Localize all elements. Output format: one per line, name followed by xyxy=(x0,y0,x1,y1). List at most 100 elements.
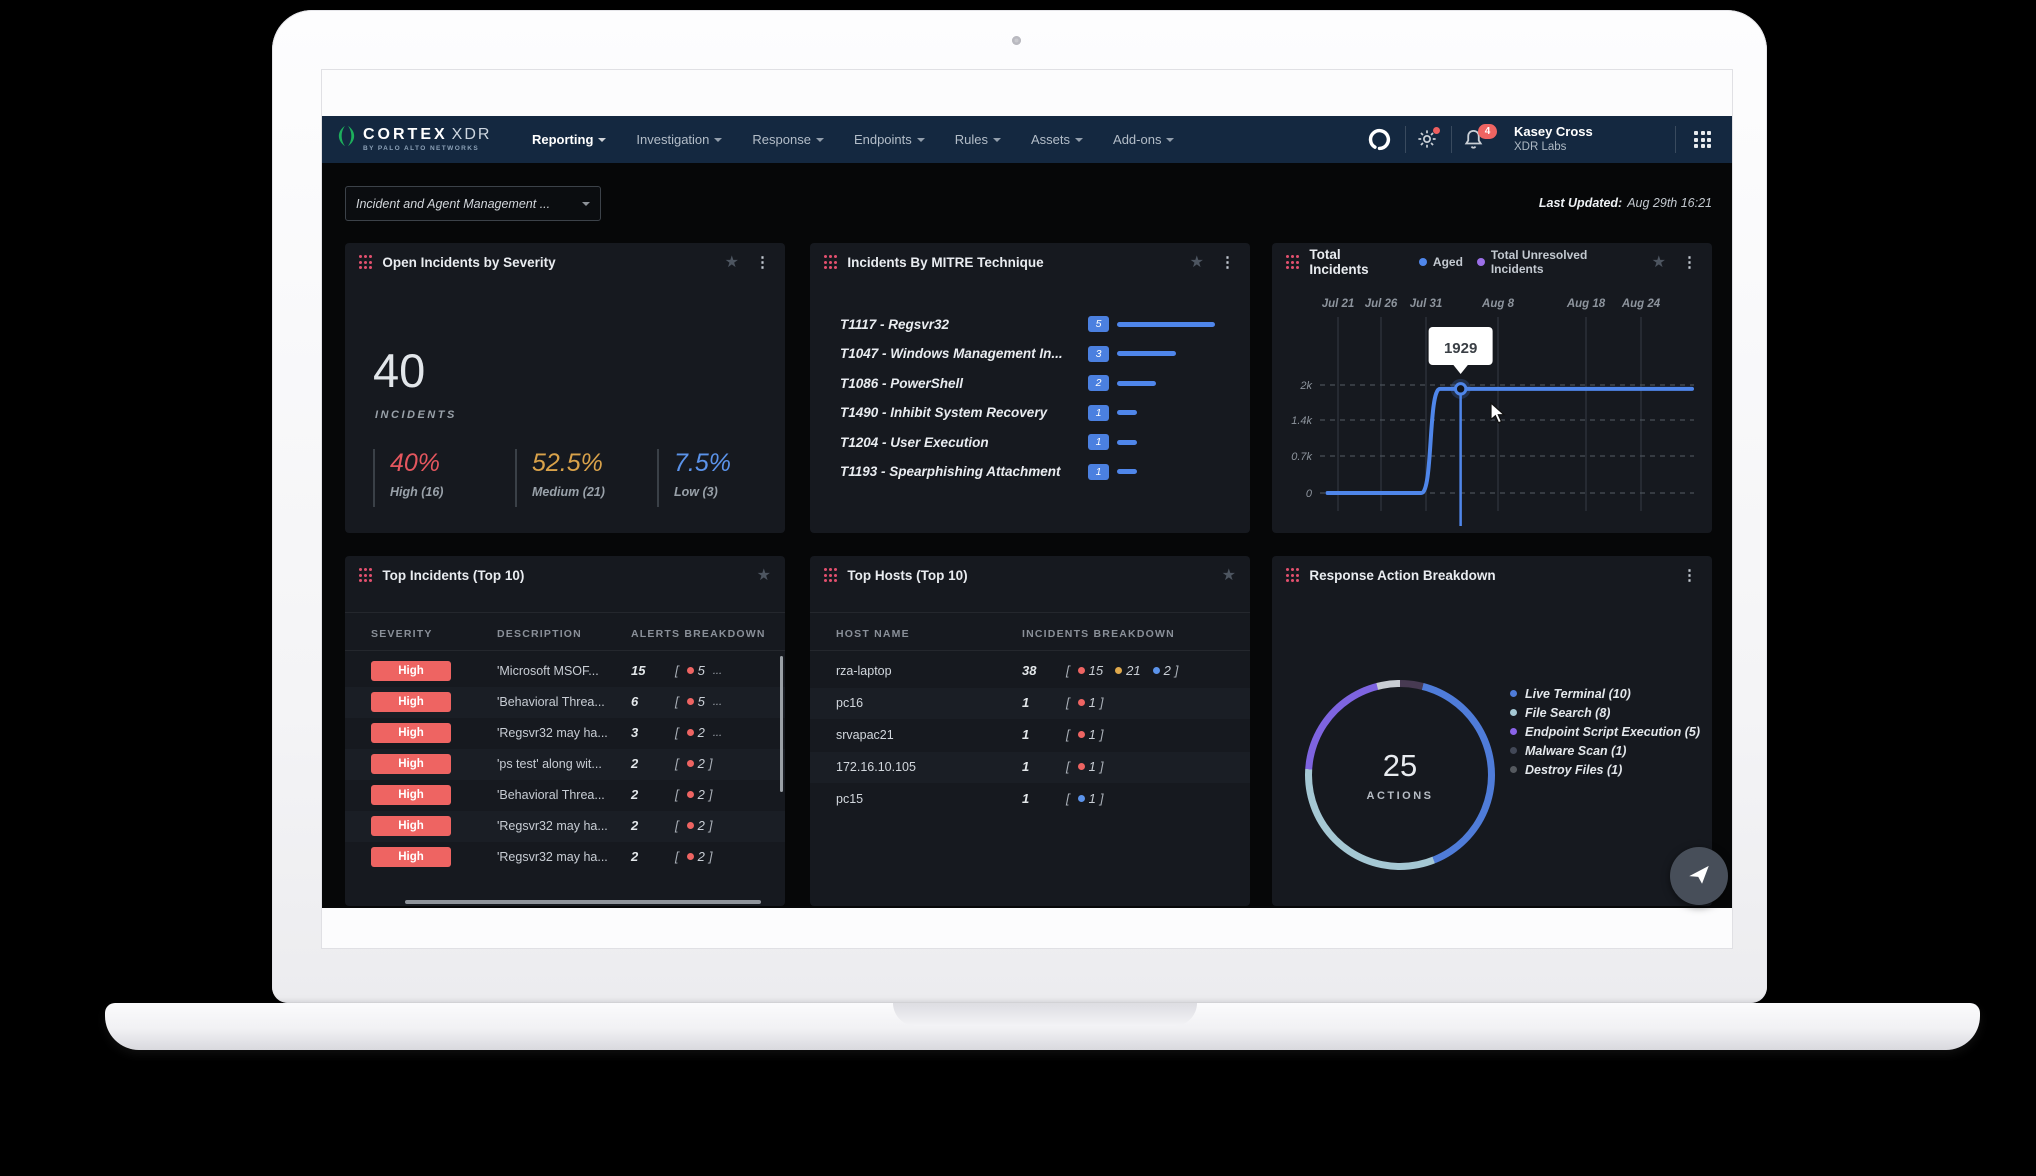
card-title: Incidents By MITRE Technique xyxy=(847,255,1043,270)
last-updated: Last Updated:Aug 29th 16:21 xyxy=(1539,196,1712,210)
legend-label: Endpoint Script Execution (5) xyxy=(1525,725,1700,739)
nav-menu-item-reporting[interactable]: Reporting xyxy=(532,132,606,147)
horizontal-scrollbar[interactable] xyxy=(405,900,761,904)
divider xyxy=(810,650,1250,651)
svg-text:Jul 21: Jul 21 xyxy=(1322,298,1355,310)
severity-percent: 7.5% xyxy=(674,449,731,478)
star-icon[interactable]: ★ xyxy=(725,252,739,272)
gear-alert-dot xyxy=(1433,127,1440,134)
severity-dot xyxy=(687,698,694,705)
top-host-row[interactable]: rza-laptop 38 [15212] xyxy=(810,656,1250,687)
top-host-row[interactable]: pc16 1 [1] xyxy=(810,688,1250,719)
mitre-bar xyxy=(1117,322,1215,327)
user-org: XDR Labs xyxy=(1514,140,1593,154)
apps-grid-icon[interactable] xyxy=(1694,131,1711,148)
severity-percent: 52.5% xyxy=(532,449,605,478)
chevron-down-icon xyxy=(598,138,606,142)
drag-handle-icon[interactable] xyxy=(824,255,837,268)
dashboard-selector-dropdown[interactable]: Incident and Agent Management ... xyxy=(345,186,601,221)
mitre-row[interactable]: T1204 - User Execution 1 xyxy=(810,430,1250,454)
nav-menu-item-investigation[interactable]: Investigation xyxy=(636,132,722,147)
kebab-menu-icon[interactable]: ⋮ xyxy=(1682,253,1698,271)
top-incident-row[interactable]: High 'Regsvr32 may ha... 3 [2... xyxy=(345,718,785,749)
mitre-row[interactable]: T1047 - Windows Management In... 3 xyxy=(810,342,1250,366)
svg-text:Aug 24: Aug 24 xyxy=(1621,298,1661,310)
severity-badge: High xyxy=(371,847,451,867)
nav-menu-label: Investigation xyxy=(636,132,709,147)
nav-menu-item-assets[interactable]: Assets xyxy=(1031,132,1083,147)
mitre-count-badge: 2 xyxy=(1088,375,1109,391)
host-name: pc15 xyxy=(836,792,863,806)
query-hub-icon[interactable] xyxy=(1368,128,1391,156)
top-incident-row[interactable]: High 'ps test' along wit... 2 [2] xyxy=(345,749,785,780)
column-header-severity: SEVERITY xyxy=(371,628,433,640)
top-host-row[interactable]: srvapac21 1 [1] xyxy=(810,720,1250,751)
card-top-incidents: Top Incidents (Top 10) ★ SEVERITY DESCRI… xyxy=(345,556,785,906)
severity-dot xyxy=(687,822,694,829)
drag-handle-icon[interactable] xyxy=(824,568,837,581)
top-incident-row[interactable]: High 'Regsvr32 may ha... 2 [2] xyxy=(345,842,785,873)
star-icon[interactable]: ★ xyxy=(1652,252,1666,272)
alert-count: 6 xyxy=(631,694,638,709)
drag-handle-icon[interactable] xyxy=(1286,568,1299,581)
drag-handle-icon[interactable] xyxy=(359,255,372,268)
vertical-scrollbar[interactable] xyxy=(780,656,783,792)
nav-menu-item-rules[interactable]: Rules xyxy=(955,132,1001,147)
mitre-row[interactable]: T1117 - Regsvr32 5 xyxy=(810,312,1250,336)
star-icon[interactable]: ★ xyxy=(1222,565,1236,585)
severity-stat-medium: 52.5% Medium (21) xyxy=(515,449,605,507)
brand-tagline: BY PALO ALTO NETWORKS xyxy=(363,145,491,152)
donut-legend: Live Terminal (10)File Search (8)Endpoin… xyxy=(1510,684,1700,779)
bell-icon[interactable]: 4 xyxy=(1462,128,1485,156)
legend-label: Live Terminal (10) xyxy=(1525,687,1631,701)
nav-menu-item-endpoints[interactable]: Endpoints xyxy=(854,132,925,147)
mitre-technique-label: T1490 - Inhibit System Recovery xyxy=(840,405,1047,420)
top-incident-row[interactable]: High 'Microsoft MSOF... 15 [5... xyxy=(345,656,785,687)
response-actions-donut-chart[interactable]: 25 ACTIONS xyxy=(1305,680,1495,870)
feedback-send-button[interactable] xyxy=(1670,847,1728,905)
cortex-lens-icon xyxy=(338,123,355,154)
star-icon[interactable]: ★ xyxy=(757,565,771,585)
severity-dot xyxy=(1078,731,1085,738)
last-updated-label: Last Updated: xyxy=(1539,196,1622,210)
kebab-menu-icon[interactable]: ⋮ xyxy=(1682,566,1698,584)
incident-count: 38 xyxy=(1022,663,1036,678)
severity-badge: High xyxy=(371,816,451,836)
severity-dot xyxy=(687,853,694,860)
cortex-xdr-logo[interactable]: CORTEXXDR BY PALO ALTO NETWORKS xyxy=(338,123,491,154)
top-incident-row[interactable]: High 'Behavioral Threa... 6 [5... xyxy=(345,687,785,718)
mitre-bar xyxy=(1117,440,1137,445)
mitre-row[interactable]: T1490 - Inhibit System Recovery 1 xyxy=(810,401,1250,425)
drag-handle-icon[interactable] xyxy=(1286,255,1299,268)
mitre-technique-label: T1193 - Spearphishing Attachment xyxy=(840,464,1061,479)
brand-suffix: XDR xyxy=(452,126,492,143)
total-incidents-number: 40 xyxy=(373,343,425,398)
actions-label: ACTIONS xyxy=(1367,790,1434,802)
severity-dot xyxy=(687,667,694,674)
kebab-menu-icon[interactable]: ⋮ xyxy=(755,253,771,271)
gear-icon[interactable] xyxy=(1416,128,1438,155)
alert-count: 3 xyxy=(631,725,638,740)
top-incident-row[interactable]: High 'Regsvr32 may ha... 2 [2] xyxy=(345,811,785,842)
star-icon[interactable]: ★ xyxy=(1190,252,1204,272)
svg-text:Jul 31: Jul 31 xyxy=(1410,298,1443,310)
legend-dot xyxy=(1510,747,1517,754)
top-incident-row[interactable]: High 'Behavioral Threa... 2 [2] xyxy=(345,780,785,811)
legend-dot xyxy=(1510,709,1517,716)
mitre-row[interactable]: T1086 - PowerShell 2 xyxy=(810,371,1250,395)
kebab-menu-icon[interactable]: ⋮ xyxy=(1220,253,1236,271)
divider xyxy=(345,612,785,613)
user-account[interactable]: Kasey Cross XDR Labs xyxy=(1514,124,1593,155)
mitre-technique-label: T1117 - Regsvr32 xyxy=(840,317,949,332)
top-host-row[interactable]: pc15 1 [1] xyxy=(810,784,1250,815)
send-icon xyxy=(1686,861,1712,892)
nav-menu-item-response[interactable]: Response xyxy=(752,132,824,147)
mitre-row[interactable]: T1193 - Spearphishing Attachment 1 xyxy=(810,460,1250,484)
column-header-alerts-breakdown: ALERTS BREAKDOWN xyxy=(631,628,766,640)
legend-dot xyxy=(1510,766,1517,773)
nav-menu-item-add-ons[interactable]: Add-ons xyxy=(1113,132,1174,147)
drag-handle-icon[interactable] xyxy=(359,568,372,581)
top-host-row[interactable]: 172.16.10.105 1 [1] xyxy=(810,752,1250,783)
severity-dot xyxy=(1078,763,1085,770)
divider xyxy=(810,612,1250,613)
